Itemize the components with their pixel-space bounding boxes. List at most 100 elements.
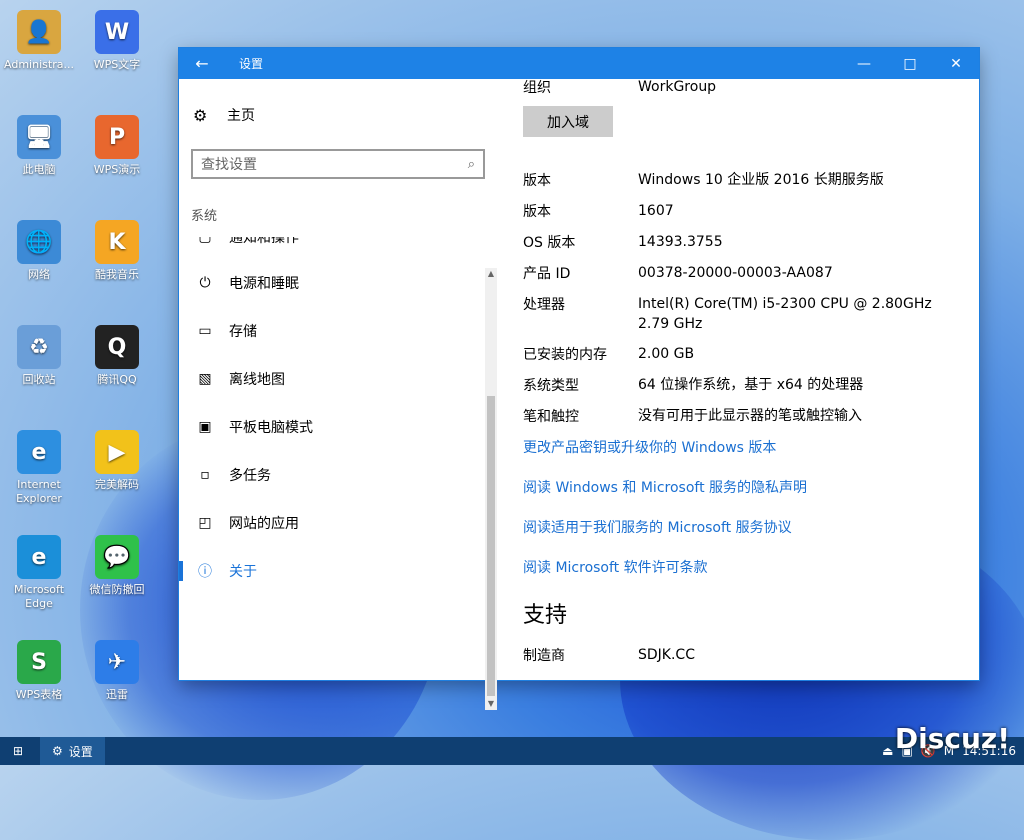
sidebar-item[interactable]: ▭ 存储 [179, 307, 485, 355]
sidebar-nav-list: ▢ 通知和操作 ⏻ 电源和睡眠 ▭ 存储 ▧ 离线地图 ▣ 平板电脑模式 ▫ 多任务 ◰ 网站的应用 ⓘ 关于 [179, 237, 485, 707]
sidebar-item-label: 网站的应用 [229, 516, 299, 532]
spec-label: OS 版本 [523, 235, 576, 251]
manufacturer-label: 制造商 [523, 648, 565, 664]
support-title: 支持 [523, 603, 568, 628]
spec-row: 版本 1607 [523, 201, 958, 221]
spec-label: 版本 [523, 204, 551, 220]
desktop-icon[interactable]: P WPS演示 [78, 115, 156, 177]
maximize-button[interactable]: □ [887, 48, 933, 79]
desktop-icon[interactable]: Q 腾讯QQ [78, 325, 156, 387]
app-icon: 🌐 [17, 220, 61, 264]
spec-label: 处理器 [523, 297, 565, 313]
app-icon: e [17, 535, 61, 579]
taskbar: ⊞ ⚙ 设置 ⏏ ▣ 🔇 M 14:51:16 [0, 737, 1024, 765]
scroll-down-icon[interactable]: ▼ [485, 698, 497, 710]
spec-label: 已安装的内存 [523, 347, 607, 363]
spec-value: 00378-20000-00003-AA087 [638, 265, 833, 281]
app-icon: W [95, 10, 139, 54]
org-row: 组织 WorkGroup [523, 79, 958, 97]
app-icon: ▶ [95, 430, 139, 474]
sidebar-item-label: 关于 [229, 564, 257, 580]
spec-value: 14393.3755 [638, 234, 723, 250]
desktop-icon-label: Internet Explorer [16, 478, 62, 505]
desktop-icon-label: 腾讯QQ [97, 373, 137, 386]
sidebar-item-icon: ▣ [198, 419, 212, 435]
taskbar-settings-app[interactable]: ⚙ 设置 [40, 737, 105, 765]
desktop-icon[interactable]: 🌐 网络 [0, 220, 78, 282]
spec-label: 系统类型 [523, 378, 579, 394]
spec-row: 笔和触控 没有可用于此显示器的笔或触控输入 [523, 406, 958, 426]
sidebar-item-label: 平板电脑模式 [229, 420, 313, 436]
desktop-icon[interactable]: W WPS文字 [78, 10, 156, 72]
info-link[interactable]: 阅读 Windows 和 Microsoft 服务的隐私声明 [523, 477, 807, 497]
desktop-icon[interactable]: K 酷我音乐 [78, 220, 156, 282]
sidebar-section-label: 系统 [191, 209, 218, 224]
active-indicator [179, 561, 183, 581]
spec-value: Intel(R) Core(TM) i5-2300 CPU @ 2.80GHz … [638, 296, 932, 332]
app-icon: ✈ [95, 640, 139, 684]
info-link[interactable]: 阅读适用于我们服务的 Microsoft 服务协议 [523, 517, 792, 537]
spec-label: 产品 ID [523, 266, 571, 282]
app-icon: ♻ [17, 325, 61, 369]
desktop-icon-label: 微信防撤回 [89, 583, 145, 596]
gear-icon: ⚙ [193, 105, 208, 125]
taskbar-app-label: 设置 [68, 744, 93, 759]
desktop-icon[interactable]: 💬 微信防撤回 [78, 535, 156, 597]
sidebar-item[interactable]: ⏻ 电源和睡眠 [179, 259, 485, 307]
start-button[interactable]: ⊞ [0, 737, 36, 765]
search-icon: ⌕ [467, 156, 475, 172]
search-input[interactable]: 查找设置 ⌕ [191, 149, 485, 179]
search-placeholder: 查找设置 [201, 157, 257, 173]
sidebar-item[interactable]: ⓘ 关于 [179, 547, 485, 595]
sidebar-home[interactable]: ⚙ 主页 [193, 105, 255, 125]
sidebar-item-icon: ▭ [198, 323, 212, 339]
desktop-icon-label: 完美解码 [95, 478, 139, 491]
desktop-icon[interactable]: e Microsoft Edge [0, 535, 78, 611]
desktop-icon-label: 此电脑 [22, 163, 56, 176]
sidebar-item[interactable]: ▧ 离线地图 [179, 355, 485, 403]
desktop-icon[interactable]: ▶ 完美解码 [78, 430, 156, 492]
sidebar-item-icon: ▢ [198, 237, 212, 245]
usb-icon[interactable]: ⏏ [882, 744, 893, 758]
desktop-icon[interactable]: 👤 Administra... [0, 10, 78, 72]
join-domain-button[interactable]: 加入域 [523, 106, 613, 137]
desktop-icon-label: 酷我音乐 [95, 268, 139, 281]
app-icon: P [95, 115, 139, 159]
gear-icon: ⚙ [52, 744, 63, 758]
desktop-icon-label: Microsoft Edge [13, 583, 65, 610]
sidebar-home-label: 主页 [227, 108, 255, 124]
desktop-icon[interactable]: S WPS表格 [0, 640, 78, 702]
desktop-icon[interactable]: ♻ 回收站 [0, 325, 78, 387]
scroll-up-icon[interactable]: ▲ [485, 268, 497, 280]
info-link[interactable]: 更改产品密钥或升级你的 Windows 版本 [523, 437, 776, 457]
app-icon: K [95, 220, 139, 264]
desktop-icon-label: WPS文字 [93, 58, 141, 71]
sidebar-item[interactable]: ▣ 平板电脑模式 [179, 403, 485, 451]
close-button[interactable]: ✕ [933, 48, 979, 79]
sidebar-item[interactable]: ▢ 通知和操作 [179, 237, 485, 261]
sidebar-item[interactable]: ◰ 网站的应用 [179, 499, 485, 547]
minimize-button[interactable]: — [841, 48, 887, 79]
desktop-icon[interactable]: 🖥 此电脑 [0, 115, 78, 177]
desktop-icon-label: WPS表格 [15, 688, 63, 701]
desktop-icon[interactable]: e Internet Explorer [0, 430, 78, 506]
sidebar-item-icon: ◰ [198, 515, 212, 531]
spec-value: 64 位操作系统，基于 x64 的处理器 [638, 377, 864, 393]
spec-value: 没有可用于此显示器的笔或触控输入 [638, 408, 862, 424]
sidebar-item-label: 多任务 [229, 468, 271, 484]
manufacturer-row: 制造商 SDJK.CC [523, 645, 958, 665]
sidebar-item[interactable]: ▫ 多任务 [179, 451, 485, 499]
sidebar-item-icon: ⓘ [198, 564, 212, 580]
back-button[interactable]: ← [179, 48, 225, 79]
info-link[interactable]: 阅读 Microsoft 软件许可条款 [523, 557, 708, 577]
settings-window: ← 设置 — □ ✕ ⚙ 主页 查找设置 ⌕ 系统 ▢ 通知和操作 ⏻ 电源和睡眠 ▭ 存… [179, 48, 979, 710]
spec-row: OS 版本 14393.3755 [523, 232, 958, 252]
scroll-thumb[interactable] [487, 396, 495, 696]
window-title: 设置 [239, 57, 264, 71]
manufacturer-value: SDJK.CC [638, 647, 695, 663]
desktop-icon[interactable]: ✈ 迅雷 [78, 640, 156, 702]
sidebar: ⚙ 主页 查找设置 ⌕ 系统 ▢ 通知和操作 ⏻ 电源和睡眠 ▭ 存储 ▧ 离线地图 ▣ 平板电脑… [179, 79, 499, 710]
spec-row: 产品 ID 00378-20000-00003-AA087 [523, 263, 958, 283]
sidebar-scrollbar[interactable]: ▲ ▼ [485, 268, 497, 710]
spec-label: 版本 [523, 173, 551, 189]
